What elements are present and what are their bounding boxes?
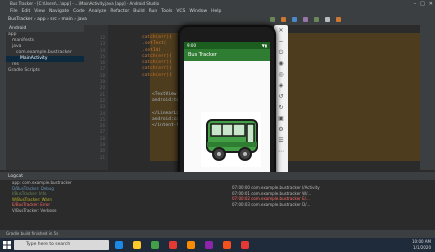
project-tree: app manifests java com.example.bustracker Ma…: [6, 32, 84, 74]
emulator-control-icon[interactable]: −: [274, 36, 288, 47]
app-title: Bus Tracker: [188, 52, 217, 58]
taskbar-search[interactable]: Type here to search: [14, 240, 109, 250]
right-tool-strip: [420, 25, 435, 170]
phone-signal-icon: ▼▮: [261, 43, 267, 48]
taskbar-app-icon[interactable]: [115, 241, 123, 249]
project-panel: Android app manifests java com.example.bust…: [6, 25, 85, 170]
window-controls: – □ ✕: [414, 1, 433, 7]
taskbar-app-icon[interactable]: [133, 241, 141, 249]
emulator-control-icon[interactable]: ⋯: [274, 146, 288, 157]
close-icon[interactable]: ✕: [429, 1, 433, 7]
search-icon[interactable]: [336, 17, 341, 22]
sync-icon[interactable]: [303, 17, 308, 22]
taskbar-app-icon[interactable]: [205, 241, 213, 249]
emulator-control-icon[interactable]: ⚙: [274, 124, 288, 135]
avd-manager-icon[interactable]: [314, 17, 319, 22]
window-title: Bus Tracker - [C:\Users\...\app] - ...\M…: [10, 1, 160, 6]
taskbar-apps: [115, 241, 249, 249]
project-panel-header[interactable]: Android: [6, 25, 84, 32]
menu-item[interactable]: Window: [189, 9, 207, 14]
title-bar: Bus Tracker - [C:\Users\...\app] - ...\M…: [0, 0, 435, 8]
menu-item[interactable]: Analyze: [89, 9, 107, 14]
menu-item[interactable]: VCS: [176, 9, 185, 14]
menu-item[interactable]: Navigate: [49, 9, 69, 14]
emulator-control-icon[interactable]: ↺: [274, 91, 288, 102]
emulator-control-icon[interactable]: ✕: [274, 25, 288, 36]
breadcrumb[interactable]: BusTracker › app › src › main › java: [8, 17, 87, 22]
windows-taskbar: Type here to search 10:00 AM 1/1/2020: [0, 238, 435, 252]
menu-item[interactable]: Tools: [161, 9, 172, 14]
menu-item[interactable]: Refactor: [110, 9, 129, 14]
system-tray: 10:00 AM 1/1/2020: [412, 239, 431, 251]
maximize-icon[interactable]: □: [420, 1, 425, 7]
emulator-control-icon[interactable]: ▣: [274, 113, 288, 124]
taskbar-app-icon[interactable]: [241, 241, 249, 249]
emulator-control-icon[interactable]: ◎: [274, 69, 288, 80]
status-text: Gradle build finished in 5s: [6, 231, 59, 236]
emulator-control-icon[interactable]: ⏻: [274, 47, 288, 58]
taskbar-app-icon[interactable]: [223, 241, 231, 249]
menu-item[interactable]: Run: [149, 9, 158, 14]
log-line: 07:00:03 com.example.bustracker D/...: [232, 201, 311, 207]
emulator-control-icon[interactable]: ◈: [274, 80, 288, 91]
build-icon[interactable]: [281, 17, 286, 22]
menu-item[interactable]: Edit: [22, 9, 31, 14]
logcat-filter-item[interactable]: V/BusTracker: Verbose: [0, 208, 435, 214]
phone-time: 9:00: [187, 43, 196, 48]
line-number-gutter: 12 13 14 15 16 17 18 19 20 21 22 23 24 25 26 27 28 29 30 31: [84, 25, 108, 170]
menu-item[interactable]: View: [34, 9, 45, 14]
tree-item[interactable]: Gradle Scripts: [6, 68, 84, 74]
taskbar-app-icon[interactable]: [151, 241, 159, 249]
emulator-control-icon[interactable]: ↻: [274, 102, 288, 113]
menu-item[interactable]: Help: [211, 9, 221, 14]
emulator-control-icon[interactable]: ◉: [274, 58, 288, 69]
taskbar-app-icon[interactable]: [169, 241, 177, 249]
menu-item[interactable]: File: [10, 9, 18, 14]
debug-icon[interactable]: [292, 17, 297, 22]
emulator-controls: ✕ − ⏻ ◉ ◎ ◈ ↺ ↻ ▣ ⚙ ☰ ⋯: [274, 25, 288, 175]
phone-status-bar: 9:00 ▼▮: [184, 42, 270, 49]
date[interactable]: 1/1/2020: [412, 245, 431, 251]
menu-bar: File Edit View Navigate Code Analyze Refactor B…: [0, 8, 435, 15]
minimize-icon[interactable]: –: [414, 1, 417, 7]
run-icon[interactable]: [270, 17, 275, 22]
start-icon[interactable]: [3, 241, 11, 249]
logcat-output: 07:00:00 com.example.bustracker I/Activi…: [232, 185, 432, 207]
menu-item[interactable]: Build: [133, 9, 144, 14]
sdk-manager-icon[interactable]: [325, 17, 330, 22]
taskbar-app-icon[interactable]: [187, 241, 195, 249]
line-number: 31: [99, 154, 105, 160]
menu-item[interactable]: Code: [73, 9, 85, 14]
taskbar-search-placeholder: Type here to search: [26, 242, 71, 247]
bus-icon: [201, 112, 261, 167]
emulator-control-icon[interactable]: ☰: [274, 135, 288, 146]
status-bar: Gradle build finished in 5s: [0, 230, 435, 238]
app-title-bar: Bus Tracker: [184, 49, 270, 61]
toolbar-actions: [270, 17, 341, 22]
